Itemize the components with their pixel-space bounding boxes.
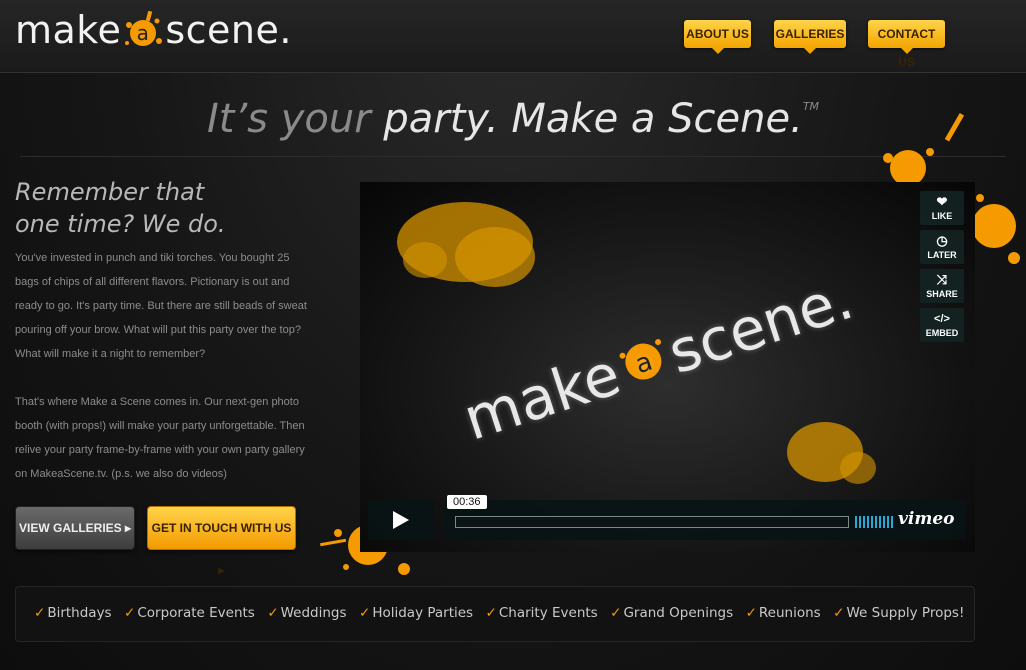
logo-text-scene: scene. <box>165 8 292 52</box>
check-icon: ✓ <box>267 605 279 621</box>
tagline-party: party. <box>383 96 499 142</box>
check-icon: ✓ <box>610 605 622 621</box>
heart-icon: ❤ <box>936 194 948 209</box>
site-header: make a scene. ABOUT US GALLERIES CONTACT… <box>0 0 1026 73</box>
watch-later-button[interactable]: ◷ LATER <box>920 230 964 264</box>
player-controls: 00:36 vimeo <box>368 495 966 540</box>
logo-a-letter: a <box>137 21 150 45</box>
nav-about-us[interactable]: ABOUT US <box>684 20 751 54</box>
features-bar: ✓ Birthdays ✓ Corporate Events ✓ Weddings ✓… <box>15 586 975 642</box>
tagline-part1: It’s your <box>206 96 384 142</box>
view-galleries-button[interactable]: VIEW GALLERIES ▸ <box>15 506 135 550</box>
volume-control[interactable] <box>855 515 895 528</box>
intro-paragraph-1: You've invested in punch and tiki torche… <box>15 252 307 360</box>
clock-icon: ◷ <box>936 233 948 248</box>
time-tooltip: 00:36 <box>447 495 487 509</box>
tagline-make-a-scene: Make a Scene. <box>498 96 803 142</box>
check-icon: ✓ <box>745 605 757 621</box>
logo-splat-icon: a <box>121 10 165 51</box>
video-player[interactable]: make a scene. ❤ LIKE ◷ LATER ⤨ SHARE </>… <box>360 182 975 552</box>
volume-bar <box>879 516 881 528</box>
feature-item: ✓ Reunions <box>745 605 821 621</box>
like-button[interactable]: ❤ LIKE <box>920 191 964 225</box>
trademark-mark: TM <box>802 100 820 113</box>
like-label: LIKE <box>931 211 953 221</box>
player-bar: 00:36 vimeo <box>444 495 966 540</box>
check-icon: ✓ <box>833 605 845 621</box>
intro-heading: Remember that one time? We do. <box>15 176 275 240</box>
logo-text-make: make <box>15 8 122 52</box>
check-icon: ✓ <box>359 605 371 621</box>
features-list: ✓ Birthdays ✓ Corporate Events ✓ Weddings ✓… <box>34 604 972 622</box>
feature-item: ✓ Weddings <box>267 605 347 621</box>
feature-item: ✓ Corporate Events <box>124 605 255 621</box>
volume-bar <box>883 516 885 528</box>
volume-bar <box>863 516 865 528</box>
later-label: LATER <box>927 250 957 260</box>
nav-galleries[interactable]: GALLERIES <box>774 20 846 54</box>
embed-label: EMBED <box>925 328 959 338</box>
volume-bar <box>855 516 857 528</box>
share-icon: ⤨ <box>936 272 948 287</box>
intro-heading-line1: Remember that <box>15 178 205 206</box>
feature-item: ✓ We Supply Props! <box>833 605 965 621</box>
check-icon: ✓ <box>485 605 497 621</box>
share-label: SHARE <box>926 289 958 299</box>
embed-icon: </> <box>934 313 950 325</box>
divider <box>20 156 1006 157</box>
feature-item: ✓ Charity Events <box>485 605 598 621</box>
check-icon: ✓ <box>34 605 46 621</box>
volume-bar <box>867 516 869 528</box>
intro-paragraph-2: That's where Make a Scene comes in. Our … <box>15 396 305 480</box>
volume-bar <box>859 516 861 528</box>
play-button[interactable] <box>368 500 434 540</box>
feature-item: ✓ Holiday Parties <box>359 605 474 621</box>
nav-contact-us[interactable]: CONTACT US <box>868 20 945 69</box>
intro-heading-line2: one time? We do. <box>15 210 226 238</box>
check-icon: ✓ <box>124 605 136 621</box>
get-in-touch-button[interactable]: GET IN TOUCH WITH US ▸ <box>147 506 296 577</box>
volume-bar <box>891 516 893 528</box>
progress-bar[interactable]: 00:36 <box>447 495 849 528</box>
volume-bar <box>875 516 877 528</box>
site-logo[interactable]: make a scene. <box>15 8 292 52</box>
feature-item: ✓ Birthdays <box>34 605 112 621</box>
feature-item: ✓ Grand Openings <box>610 605 734 621</box>
share-button[interactable]: ⤨ SHARE <box>920 269 964 303</box>
embed-button[interactable]: </> EMBED <box>920 308 964 342</box>
volume-bar <box>887 516 889 528</box>
vimeo-logo[interactable]: vimeo <box>898 509 954 529</box>
volume-bar <box>871 516 873 528</box>
